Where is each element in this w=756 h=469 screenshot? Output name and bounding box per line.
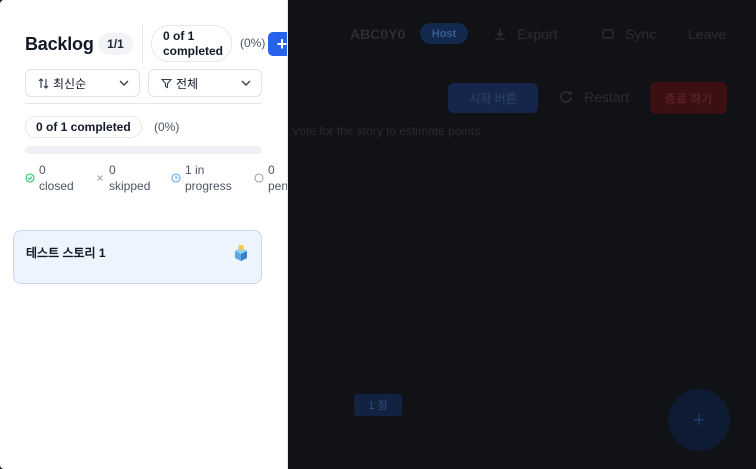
restart-label: Restart — [584, 89, 630, 105]
sort-icon — [38, 77, 49, 89]
stat-closed: 0 closed — [25, 162, 74, 194]
stat-skipped-label: skipped — [109, 179, 151, 193]
sync-button: Sync — [601, 26, 656, 42]
chevron-down-icon — [119, 80, 129, 86]
stat-skipped: 0 skipped — [95, 162, 150, 194]
add-story-button[interactable]: + — [268, 32, 287, 56]
x-icon — [97, 175, 103, 181]
stat-closed-label: closed — [39, 179, 74, 193]
restart-button: Restart — [558, 89, 629, 105]
refresh-icon — [560, 91, 572, 103]
host-badge: Host — [420, 23, 468, 44]
stat-pending-label: pending — [268, 179, 288, 193]
end-button: 종료 하기 — [650, 82, 727, 114]
stat-pending-count: 0 — [268, 163, 275, 177]
completed-pill-header: 0 of 1 completed — [151, 25, 232, 62]
download-icon — [495, 29, 505, 40]
sort-label: 최신순 — [53, 76, 87, 91]
stat-in-progress-count: 1 in — [185, 163, 205, 177]
stat-pending: 0 pending — [254, 162, 288, 194]
progress-bar — [25, 146, 262, 154]
fab-button: + — [668, 389, 730, 451]
backlog-title: Backlog — [25, 34, 94, 54]
export-button: Export — [493, 26, 557, 42]
percent-header: (0%) — [240, 36, 266, 50]
check-circle-icon — [25, 173, 35, 183]
circle-icon — [254, 173, 264, 183]
story-title: 테스트 스토리 1 — [26, 246, 106, 260]
stat-in-progress-label: progress — [185, 179, 232, 193]
filter-icon — [161, 78, 172, 88]
export-label: Export — [517, 26, 558, 42]
completed-percent: (0%) — [154, 120, 180, 134]
stat-skipped-count: 0 — [109, 163, 116, 177]
completed-header-line2: completed — [163, 44, 224, 58]
start-button: 시작 버튼 — [448, 83, 538, 113]
vote-box-icon — [235, 244, 247, 261]
room-title: ABC0Y0 — [350, 26, 406, 42]
clock-icon — [171, 173, 181, 183]
filter-label: 전체 — [176, 76, 199, 91]
completed-header-line1: 0 of 1 — [163, 29, 195, 43]
vote-description: Vote for the story to estimate points — [292, 124, 481, 138]
header-divider — [142, 24, 143, 64]
filter-select[interactable]: 전체 — [148, 69, 262, 97]
stat-in-progress: 1 in progress — [171, 162, 232, 194]
sync-icon — [602, 29, 614, 39]
story-card[interactable]: 테스트 스토리 1 — [13, 230, 262, 284]
completed-summary-pill: 0 of 1 completed — [25, 116, 142, 138]
filter-divider — [25, 103, 262, 104]
stat-closed-count: 0 — [39, 163, 46, 177]
leave-label: Leave — [688, 26, 727, 42]
sort-select[interactable]: 최신순 — [25, 69, 140, 97]
story-count-badge: 1/1 — [98, 33, 133, 55]
backlog-panel: Backlog 1/1 0 of 1 completed (0%) + 최신순 … — [0, 0, 288, 469]
leave-button: Leave — [688, 26, 726, 42]
chevron-down-icon — [241, 80, 251, 86]
sync-label: Sync — [625, 26, 657, 42]
point-chip: 1 점 — [354, 394, 402, 416]
